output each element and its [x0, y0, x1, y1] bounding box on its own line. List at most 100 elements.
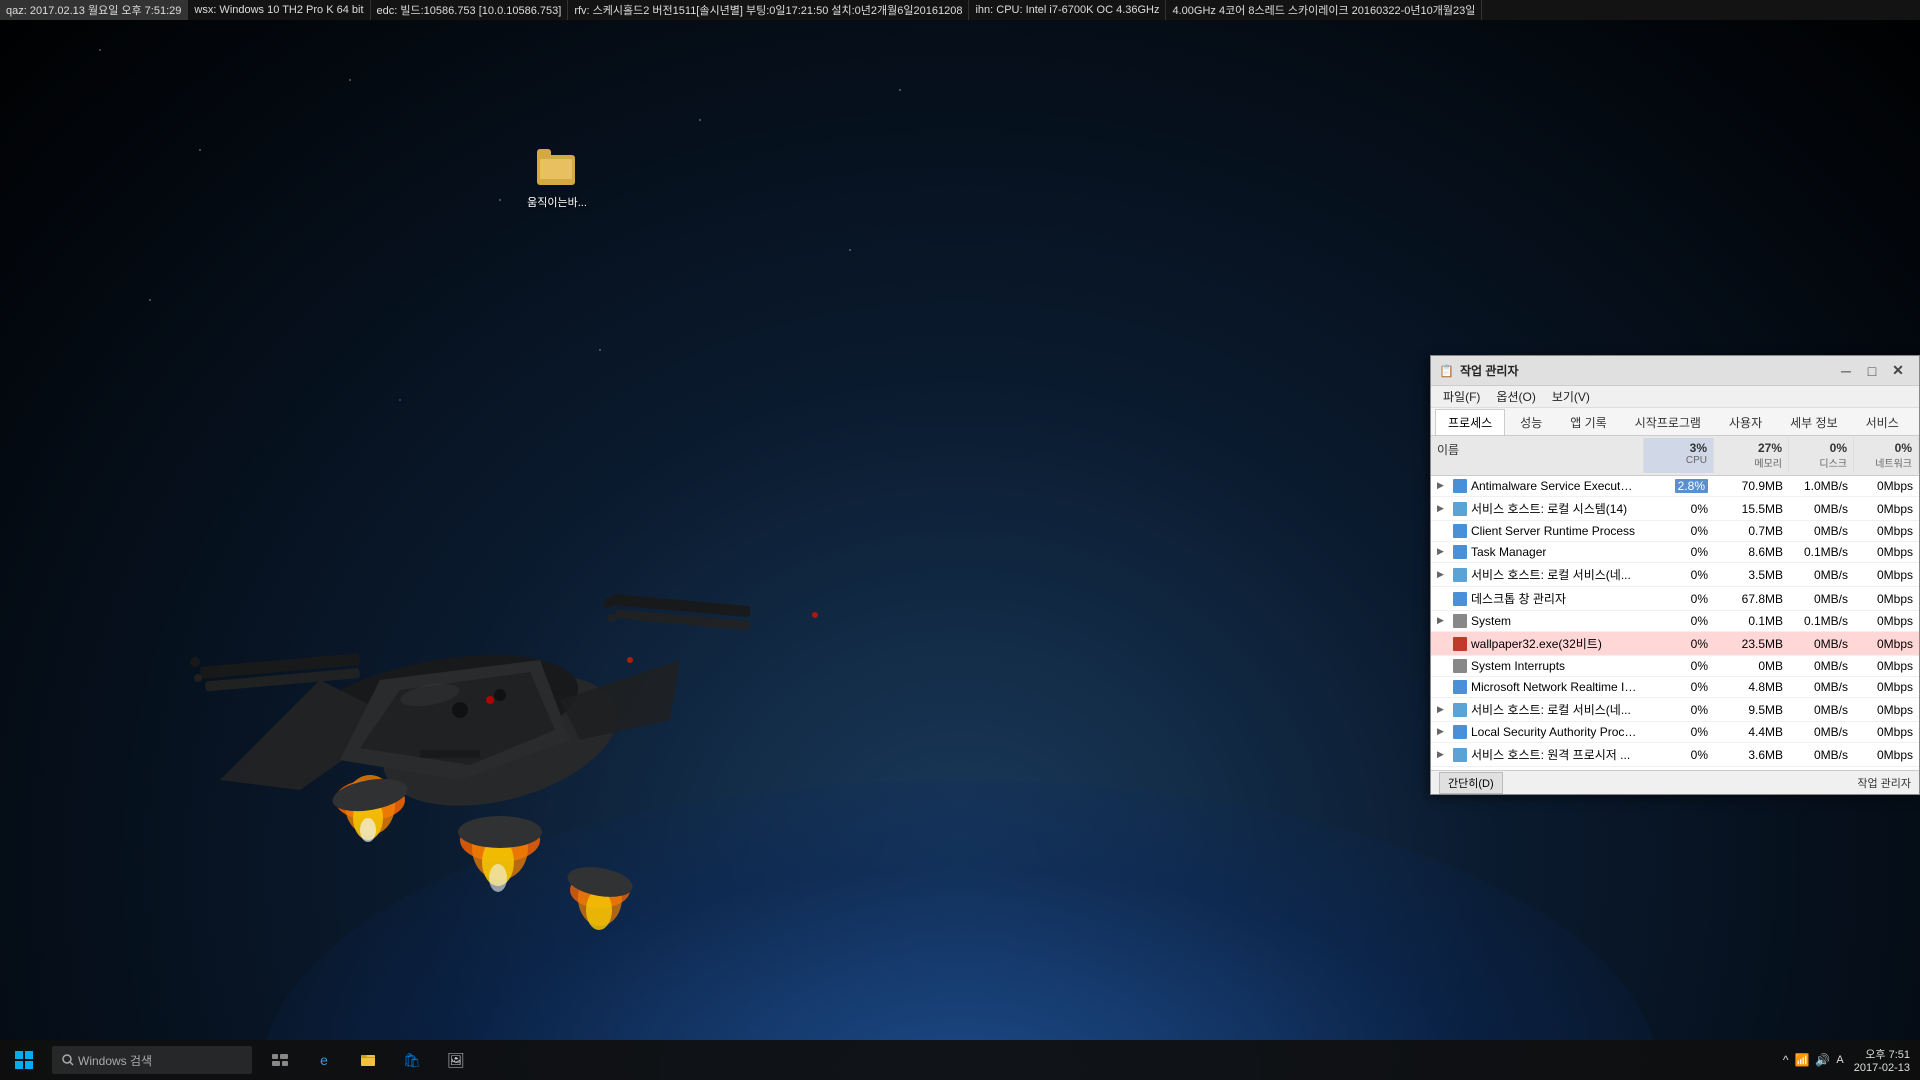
proc-network-cell: 0Mbps — [1854, 722, 1919, 742]
explorer-button[interactable] — [348, 1040, 388, 1080]
tm-simple-view-btn[interactable]: 간단히(D) — [1439, 772, 1503, 794]
expand-icon[interactable]: ▶ — [1437, 546, 1449, 558]
windows-icon — [15, 1051, 33, 1069]
tray-ime[interactable]: A — [1836, 1054, 1843, 1066]
proc-network-cell: 0Mbps — [1854, 589, 1919, 609]
desktop-icon-folder[interactable]: 움직이는바... — [522, 155, 592, 210]
taskbar-top-item-os[interactable]: wsx: Windows 10 TH2 Pro K 64 bit — [188, 0, 370, 20]
proc-memory-cell: 15.5MB — [1714, 499, 1789, 519]
th-network-label: 네트워크 — [1860, 455, 1912, 470]
tm-menu-file[interactable]: 파일(F) — [1435, 386, 1488, 407]
proc-name-cell: Microsoft Network Realtime In... — [1431, 677, 1644, 697]
edge-button[interactable]: e — [304, 1040, 344, 1080]
taskbar-search-box[interactable]: Windows 검색 — [52, 1046, 252, 1074]
expand-icon[interactable]: ▶ — [1437, 480, 1449, 492]
table-row[interactable]: ▶ System 0% 0.1MB 0.1MB/s 0Mbps — [1431, 611, 1919, 632]
tab-services[interactable]: 서비스 — [1853, 409, 1912, 435]
tm-tabs: 프로세스 성능 앱 기록 시작프로그램 사용자 세부 정보 서비스 — [1431, 408, 1919, 436]
proc-disk-cell: 0.1MB/s — [1789, 611, 1854, 631]
expand-icon[interactable]: ▶ — [1437, 569, 1449, 581]
expand-icon[interactable]: ▶ — [1437, 503, 1449, 515]
folder-icon-image — [537, 155, 577, 191]
taskbar-top-item-build[interactable]: edc: 빌드:10586.753 [10.0.10586.753] — [371, 0, 569, 20]
proc-disk-cell: 0MB/s — [1789, 589, 1854, 609]
proc-icon — [1453, 545, 1467, 559]
proc-cpu-cell: 0% — [1644, 700, 1714, 720]
tab-users[interactable]: 사용자 — [1716, 409, 1775, 435]
th-name[interactable]: 이름 — [1431, 438, 1644, 473]
proc-network-cell: 0Mbps — [1854, 542, 1919, 562]
proc-cpu-cell: 2.8% — [1644, 476, 1714, 496]
proc-cpu-cell: 0% — [1644, 634, 1714, 654]
table-row[interactable]: ▶ Task Manager 0% 8.6MB 0.1MB/s 0Mbps — [1431, 542, 1919, 563]
proc-name-label: Antimalware Service Executable — [1471, 479, 1638, 493]
table-row[interactable]: ▶ 서비스 호스트: 로컬 서비스(네... 0% 9.5MB 0MB/s 0M… — [1431, 698, 1919, 722]
tray-network[interactable]: 📶 — [1794, 1053, 1809, 1067]
taskbar-quick-launch: e 🛍 🖼 — [260, 1040, 476, 1080]
task-view-button[interactable] — [260, 1040, 300, 1080]
taskbar-clock[interactable]: 오후 7:51 2017-02-13 — [1854, 1046, 1910, 1074]
photos-button[interactable]: 🖼 — [436, 1040, 476, 1080]
folder-icon-shape — [537, 155, 575, 185]
store-button[interactable]: 🛍 — [392, 1040, 432, 1080]
tm-table-header: 이름 3% CPU 27% 메모리 0% 디스크 0% 네트워크 — [1431, 436, 1919, 476]
proc-cpu-cell: 0% — [1644, 521, 1714, 541]
expand-icon[interactable]: ▶ — [1437, 704, 1449, 716]
proc-network-cell: 0Mbps — [1854, 634, 1919, 654]
tm-menu-options[interactable]: 옵션(O) — [1488, 386, 1543, 407]
spacecraft-image — [120, 400, 870, 1000]
tm-close-button[interactable]: ✕ — [1885, 358, 1911, 384]
taskbar-top-item-cpu[interactable]: ihn: CPU: Intel i7-6700K OC 4.36GHz — [969, 0, 1166, 20]
proc-name-cell: ▶ 서비스 호스트: 로컬 시스템(14) — [1431, 497, 1644, 520]
taskbar-top-item-datetime[interactable]: qaz: 2017.02.13 월요일 오후 7:51:29 — [0, 0, 188, 20]
tab-startup[interactable]: 시작프로그램 — [1622, 409, 1714, 435]
table-row[interactable]: System Interrupts 0% 0MB 0MB/s 0Mbps — [1431, 656, 1919, 677]
proc-icon — [1453, 680, 1467, 694]
proc-cpu-cell: 0% — [1644, 542, 1714, 562]
tab-details[interactable]: 세부 정보 — [1777, 409, 1851, 435]
proc-name-label: wallpaper32.exe(32비트) — [1471, 635, 1602, 652]
table-row[interactable]: ▶ 서비스 호스트: 로컬 시스템(14) 0% 15.5MB 0MB/s 0M… — [1431, 497, 1919, 521]
proc-network-cell: 0Mbps — [1854, 499, 1919, 519]
taskbar-datetime-label: qaz: 2017.02.13 월요일 오후 7:51:29 — [6, 2, 181, 18]
proc-name-label: 서비스 호스트: 로컬 시스템(14) — [1471, 500, 1627, 517]
th-memory[interactable]: 27% 메모리 — [1714, 438, 1789, 473]
tab-performance[interactable]: 성능 — [1507, 409, 1555, 435]
folder-icon-inner — [540, 159, 572, 179]
expand-icon[interactable]: ▶ — [1437, 726, 1449, 738]
tab-app-history[interactable]: 앱 기록 — [1557, 409, 1619, 435]
taskbar-top-item-rfv[interactable]: rfv: 스케시홀드2 버전1511[솔시년별] 부팅:0일17:21:50 설… — [568, 0, 969, 20]
taskbar-top-item-freq[interactable]: 4.00GHz 4코어 8스레드 스카이레이크 20160322-0년10개월2… — [1166, 0, 1482, 20]
start-button[interactable] — [0, 1040, 48, 1080]
proc-cpu-cell: 0% — [1644, 499, 1714, 519]
tab-processes[interactable]: 프로세스 — [1435, 409, 1505, 435]
taskbar-cpu-label: ihn: CPU: Intel i7-6700K OC 4.36GHz — [975, 4, 1159, 16]
table-row[interactable]: ▶ Antimalware Service Executable 2.8% 70… — [1431, 476, 1919, 497]
proc-name-label: Task Manager — [1471, 545, 1546, 559]
tray-expand[interactable]: ^ — [1783, 1053, 1789, 1067]
proc-cpu-cell: 0% — [1644, 677, 1714, 697]
expand-icon[interactable]: ▶ — [1437, 615, 1449, 627]
tray-icons[interactable]: ^ 📶 🔊 A — [1783, 1053, 1844, 1067]
table-row[interactable]: ▶ 서비스 호스트: 원격 프로시저 ... 0% 3.6MB 0MB/s 0M… — [1431, 743, 1919, 767]
table-row[interactable]: ▶ Local Security Authority Process 0% 4.… — [1431, 722, 1919, 743]
proc-icon — [1453, 637, 1467, 651]
proc-name-cell: 데스크톱 창 관리자 — [1431, 587, 1644, 610]
expand-icon[interactable]: ▶ — [1437, 749, 1449, 761]
table-row[interactable]: ▶ 서비스 호스트: 로컬 서비스(네... 0% 3.5MB 0MB/s 0M… — [1431, 563, 1919, 587]
tray-speaker[interactable]: 🔊 — [1815, 1053, 1830, 1067]
proc-name-cell: ▶ 서비스 호스트: 로컬 서비스(네... — [1431, 563, 1644, 586]
table-row[interactable]: wallpaper32.exe(32비트) 0% 23.5MB 0MB/s 0M… — [1431, 632, 1919, 656]
th-cpu[interactable]: 3% CPU — [1644, 438, 1714, 473]
tm-maximize-button[interactable]: □ — [1859, 358, 1885, 384]
tm-menu-view[interactable]: 보기(V) — [1544, 386, 1598, 407]
th-network[interactable]: 0% 네트워크 — [1854, 438, 1919, 473]
proc-memory-cell: 23.5MB — [1714, 634, 1789, 654]
table-row[interactable]: Microsoft Network Realtime In... 0% 4.8M… — [1431, 677, 1919, 698]
table-row[interactable]: 데스크톱 창 관리자 0% 67.8MB 0MB/s 0Mbps — [1431, 587, 1919, 611]
proc-memory-cell: 4.4MB — [1714, 722, 1789, 742]
th-network-value: 0% — [1860, 441, 1912, 455]
tm-minimize-button[interactable]: ─ — [1833, 358, 1859, 384]
table-row[interactable]: Client Server Runtime Process 0% 0.7MB 0… — [1431, 521, 1919, 542]
th-disk[interactable]: 0% 디스크 — [1789, 438, 1854, 473]
